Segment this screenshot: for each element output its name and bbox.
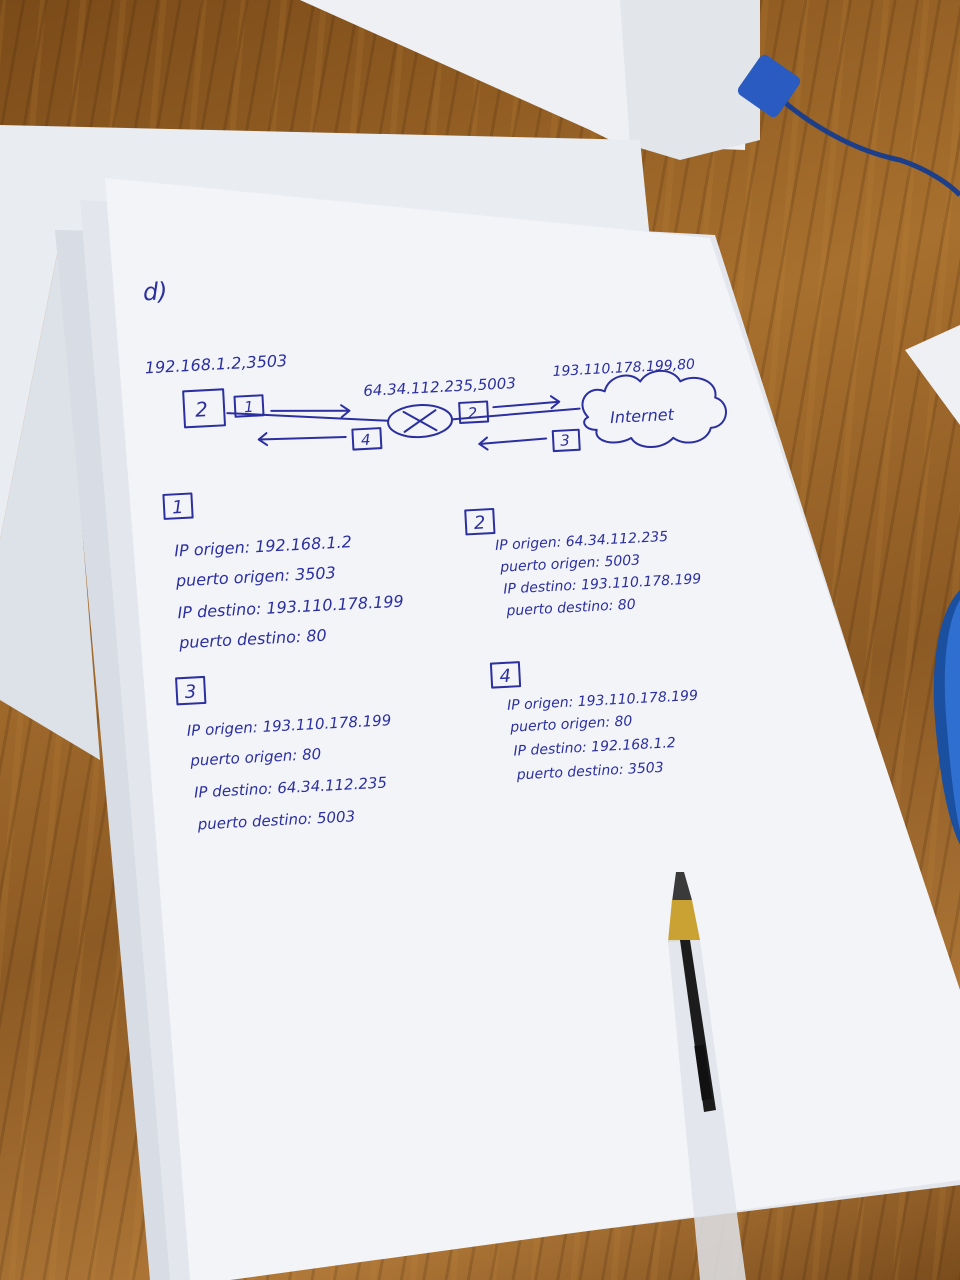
- router-address: 64.34.112.235,5003: [363, 374, 516, 400]
- exercise-label: d): [142, 277, 168, 306]
- packet-2-line-1: IP origen: 64.34.112.235: [495, 529, 669, 554]
- packet-1-line-1: IP origen: 192.168.1.2: [174, 532, 352, 560]
- client-box-number: 2: [195, 397, 209, 422]
- packet-1-line-4: puerto destino: 80: [178, 626, 327, 653]
- packet-block-3: 3 IP origen: 193.110.178.199 puerto orig…: [175, 675, 392, 833]
- packet-1-line-3: IP destino: 193.110.178.199: [177, 592, 404, 623]
- packet-4-line-1: IP origen: 193.110.178.199: [507, 688, 699, 714]
- packet-1-line-2: puerto origen: 3503: [174, 563, 336, 590]
- tag-2: 2: [467, 404, 477, 422]
- packet-block-2: 2 IP origen: 64.34.112.235 puerto origen…: [464, 507, 702, 620]
- tag-3: 3: [560, 431, 570, 449]
- handwritten-notes: d) 192.168.1.2,3503 64.34.112.235,5003 1…: [142, 277, 727, 833]
- packet-3-line-4: puerto destino: 5003: [196, 807, 355, 833]
- packet-2-line-4: puerto destino: 80: [505, 597, 636, 620]
- packet-4-number: 4: [499, 666, 512, 688]
- packet-block-4: 4 IP origen: 193.110.178.199 puerto orig…: [489, 661, 699, 784]
- client-address: 192.168.1.2,3503: [144, 351, 287, 377]
- packet-block-1: 1 IP origen: 192.168.1.2 puerto origen: …: [162, 492, 404, 653]
- packet-1-number: 1: [172, 497, 185, 519]
- internet-label: Internet: [610, 405, 675, 427]
- packet-2-number: 2: [473, 512, 486, 534]
- packet-4-line-3: IP destino: 192.168.1.2: [513, 735, 676, 759]
- packet-2-line-3: IP destino: 193.110.178.199: [503, 571, 702, 597]
- packet-3-line-1: IP origen: 193.110.178.199: [186, 711, 391, 740]
- tag-4: 4: [360, 431, 370, 449]
- packet-4-line-4: puerto destino: 3503: [515, 760, 664, 784]
- packet-2-line-2: puerto origen: 5003: [499, 552, 641, 575]
- packet-3-number: 3: [184, 681, 197, 703]
- packet-3-line-3: IP destino: 64.34.112.235: [194, 774, 388, 802]
- packet-3-line-2: puerto origen: 80: [189, 745, 322, 770]
- packet-4-line-2: puerto origen: 80: [509, 713, 633, 735]
